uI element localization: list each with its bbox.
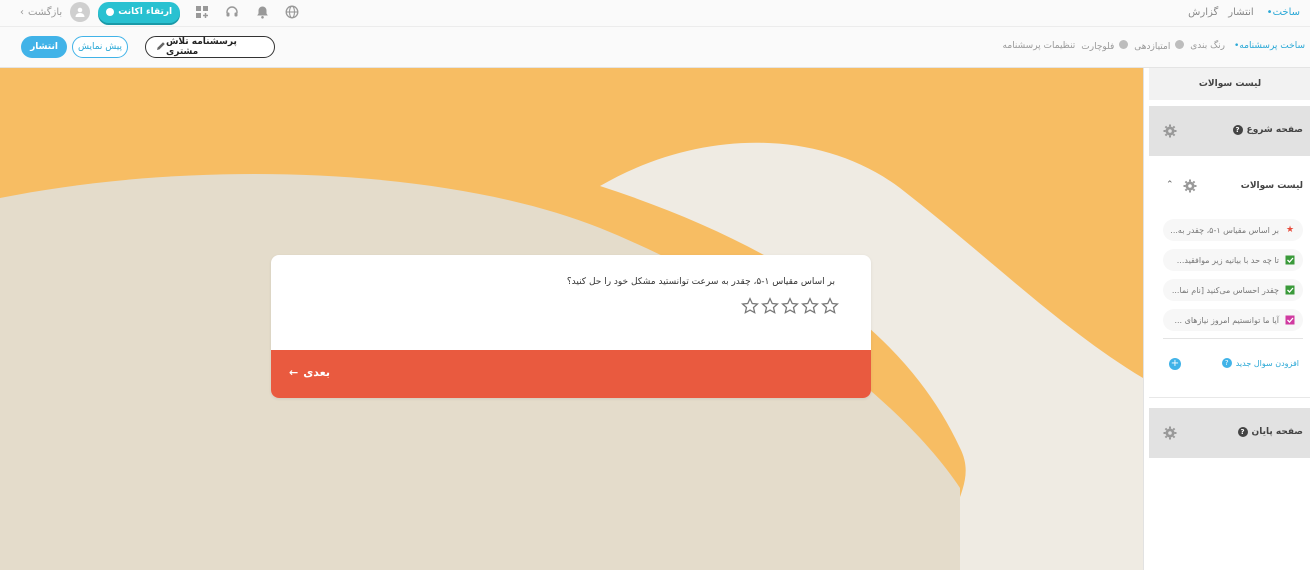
back-button[interactable]: ‹ بازگشت <box>20 7 62 18</box>
star-icon[interactable] <box>741 297 759 315</box>
info-icon <box>1119 40 1129 49</box>
tab-colors[interactable]: رنگ بندی <box>1190 41 1225 51</box>
tab-report[interactable]: گزارش <box>1188 7 1218 18</box>
question-item-label: بر اساس مقیاس ۱-۵، چقدر به... <box>1170 225 1279 235</box>
checkbox-icon <box>1285 255 1295 265</box>
builder-toolbar: ساخت پرسشنامه رنگ بندی امتیازدهی فلوچارت… <box>0 27 1310 68</box>
pencil-icon[interactable] <box>156 41 166 54</box>
question-item[interactable]: چقدر احساس می‌کنید [نام نما... <box>1163 279 1303 301</box>
checkbox-icon <box>1285 285 1295 295</box>
upgrade-account-button[interactable]: ارتقاء اکانت <box>98 1 181 23</box>
help-icon: ? <box>1237 427 1248 437</box>
headset-icon[interactable] <box>224 4 240 20</box>
star-rating[interactable] <box>741 297 839 315</box>
survey-title-field[interactable]: پرسشنامه تلاش مشتری <box>145 36 275 58</box>
survey-title: پرسشنامه تلاش مشتری <box>166 37 237 57</box>
globe-icon[interactable] <box>284 4 300 20</box>
next-label: بعدی <box>303 366 330 379</box>
tab-scoring-label: امتیازدهی <box>1134 42 1171 52</box>
question-item[interactable]: آیا ما توانستیم امروز نیازهای ... <box>1163 309 1303 331</box>
bell-icon[interactable] <box>254 4 270 20</box>
toggle-dot-icon <box>106 8 115 16</box>
sidebar-header: لیست سوالات <box>1149 68 1310 100</box>
start-page-text: صفحه شروع <box>1246 125 1303 135</box>
plus-icon[interactable]: + <box>1169 358 1181 370</box>
info-icon <box>1175 40 1185 49</box>
top-navbar: ساخت انتشار گزارش ‹ بازگشت ارتقاء اکانت <box>0 0 1310 27</box>
tab-publish[interactable]: انتشار <box>1228 7 1253 18</box>
add-apps-icon[interactable] <box>194 4 210 20</box>
help-icon: ? <box>1232 125 1243 135</box>
star-icon[interactable] <box>781 297 799 315</box>
question-text: بر اساس مقیاس ۱-۵، چقدر به سرعت توانستید… <box>566 277 835 287</box>
tab-build[interactable]: ساخت <box>1264 7 1300 18</box>
help-icon: ? <box>1221 358 1232 368</box>
end-page-block[interactable]: صفحه پایان ? <box>1149 408 1310 458</box>
end-page-text: صفحه پایان <box>1251 427 1303 437</box>
tab-build-survey[interactable]: ساخت پرسشنامه <box>1231 41 1305 51</box>
star-icon[interactable] <box>801 297 819 315</box>
top-actions: ‹ بازگشت ارتقاء اکانت <box>20 0 300 24</box>
preview-button[interactable]: پیش نمایش <box>72 36 128 58</box>
star-icon[interactable] <box>761 297 779 315</box>
upgrade-label: ارتقاء اکانت <box>118 7 173 17</box>
add-question-label: افزودن سوال جدید <box>1235 358 1299 368</box>
question-list-title: لیست سوالات <box>1240 181 1303 191</box>
builder-actions: انتشار پیش نمایش پرسشنامه تلاش مشتری <box>21 36 275 58</box>
questions-sidebar: لیست سوالات صفحه شروع ? لیست سوالات ⌃ ★ … <box>1143 68 1310 570</box>
tab-scoring[interactable]: امتیازدهی <box>1134 40 1185 52</box>
tab-flowchart-label: فلوچارت <box>1081 42 1115 52</box>
star-icon: ★ <box>1285 225 1295 235</box>
chevron-up-icon[interactable]: ⌃ <box>1166 180 1174 190</box>
question-item-label: آیا ما توانستیم امروز نیازهای ... <box>1174 315 1279 325</box>
question-list-panel: لیست سوالات ⌃ ★ بر اساس مقیاس ۱-۵، چقدر … <box>1149 162 1310 398</box>
question-item-label: چقدر احساس می‌کنید [نام نما... <box>1171 285 1279 295</box>
chevron-right-icon: ‹ <box>20 6 24 18</box>
star-icon[interactable] <box>821 297 839 315</box>
gear-icon[interactable] <box>1163 124 1177 138</box>
back-label: بازگشت <box>28 6 63 18</box>
end-page-label: صفحه پایان ? <box>1237 427 1303 437</box>
tab-flowchart[interactable]: فلوچارت <box>1081 40 1129 52</box>
gear-icon[interactable] <box>1163 426 1177 440</box>
question-item-label: تا چه حد با بیانیه زیر موافقید... <box>1176 255 1279 265</box>
user-avatar-icon[interactable] <box>70 2 91 22</box>
survey-preview-canvas: بر اساس مقیاس ۱-۵، چقدر به سرعت توانستید… <box>0 68 1143 570</box>
start-page-label: صفحه شروع ? <box>1232 125 1303 135</box>
divider <box>1163 338 1303 339</box>
tab-survey-settings[interactable]: تنظیمات پرسشنامه <box>1003 41 1076 51</box>
checkbox-icon <box>1285 315 1295 325</box>
question-card: بر اساس مقیاس ۱-۵، چقدر به سرعت توانستید… <box>271 255 871 398</box>
question-item[interactable]: تا چه حد با بیانیه زیر موافقید... <box>1163 249 1303 271</box>
start-page-block[interactable]: صفحه شروع ? <box>1149 106 1310 156</box>
arrow-left-icon: ← <box>289 366 299 379</box>
add-question-button[interactable]: افزودن سوال جدید ? <box>1221 358 1299 368</box>
main-tabs: ساخت انتشار گزارش <box>1188 0 1300 24</box>
publish-button[interactable]: انتشار <box>21 36 67 58</box>
gear-icon[interactable] <box>1183 179 1197 193</box>
next-bar: ← بعدی <box>271 350 871 398</box>
builder-tabs: ساخت پرسشنامه رنگ بندی امتیازدهی فلوچارت… <box>1003 40 1305 52</box>
next-button[interactable]: ← بعدی <box>289 366 330 379</box>
question-item[interactable]: ★ بر اساس مقیاس ۱-۵، چقدر به... <box>1163 219 1303 241</box>
